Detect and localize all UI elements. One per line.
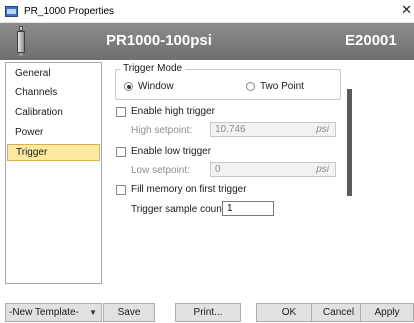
window-radio[interactable] — [124, 82, 133, 91]
sidebar-item-channels[interactable]: Channels — [7, 84, 100, 101]
fill-memory-checkbox[interactable] — [116, 185, 126, 195]
fill-memory-label[interactable]: Fill memory on first trigger — [131, 184, 247, 195]
slider-track[interactable] — [347, 89, 352, 196]
enable-high-trigger-label[interactable]: Enable high trigger — [131, 106, 215, 117]
low-setpoint-label: Low setpoint: — [131, 165, 190, 176]
trigger-sample-count-label: Trigger sample count: — [131, 204, 228, 215]
sidebar: General Channels Calibration Power Trigg… — [5, 62, 102, 284]
enable-high-trigger-checkbox[interactable] — [116, 107, 126, 117]
sidebar-item-calibration[interactable]: Calibration — [7, 104, 100, 121]
sidebar-item-trigger[interactable]: Trigger — [7, 144, 100, 161]
close-icon[interactable]: ✕ — [401, 3, 412, 17]
pressure-sensor-icon — [17, 26, 25, 56]
enable-low-trigger-label[interactable]: Enable low trigger — [131, 146, 211, 157]
trigger-mode-title: Trigger Mode — [120, 63, 186, 74]
low-setpoint-value: 0 — [215, 164, 221, 175]
device-banner: PR1000-100psi E20001 — [0, 23, 414, 60]
low-setpoint-unit: psi — [316, 164, 329, 175]
high-setpoint-field[interactable]: 10.746 psi — [210, 122, 336, 137]
title-bar: PR_1000 Properties ✕ — [0, 0, 414, 23]
template-select-value: -New Template- — [9, 307, 79, 318]
sidebar-item-power[interactable]: Power — [7, 124, 100, 141]
sidebar-item-general[interactable]: General — [7, 65, 100, 82]
trigger-sample-count-value: 1 — [227, 203, 233, 214]
cancel-button[interactable]: Cancel — [311, 303, 366, 322]
chevron-down-icon: ▼ — [89, 308, 97, 317]
window-title: PR_1000 Properties — [24, 5, 115, 17]
high-setpoint-value: 10.746 — [215, 124, 246, 135]
high-setpoint-unit: psi — [316, 124, 329, 135]
low-setpoint-field[interactable]: 0 psi — [210, 162, 336, 177]
two-point-radio[interactable] — [246, 82, 255, 91]
device-serial: E20001 — [345, 32, 397, 49]
apply-button[interactable]: Apply — [360, 303, 414, 322]
window-radio-label[interactable]: Window — [138, 81, 174, 92]
high-setpoint-label: High setpoint: — [131, 125, 193, 136]
save-button[interactable]: Save — [103, 303, 155, 322]
two-point-radio-label[interactable]: Two Point — [260, 81, 304, 92]
template-select[interactable]: -New Template- ▼ — [5, 303, 102, 322]
trigger-sample-count-input[interactable]: 1 — [222, 201, 274, 216]
enable-low-trigger-checkbox[interactable] — [116, 147, 126, 157]
device-model: PR1000-100psi — [106, 32, 212, 49]
print-button[interactable]: Print... — [175, 303, 241, 322]
window-app-icon — [5, 5, 18, 17]
